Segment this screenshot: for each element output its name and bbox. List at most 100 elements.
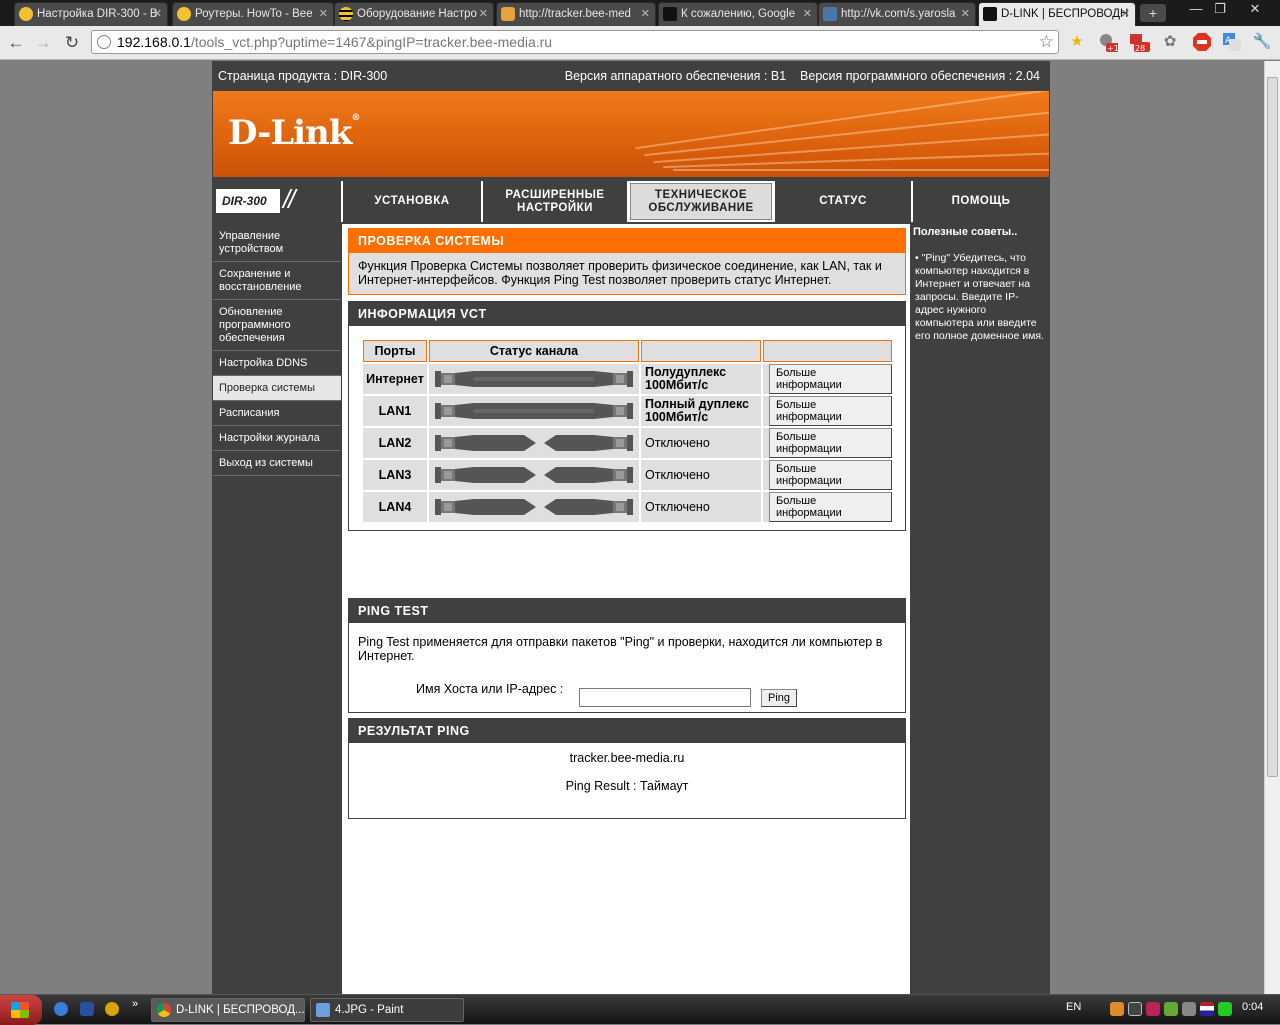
system-check-section: ПРОВЕРКА СИСТЕМЫ Функция Проверка Систем… (348, 228, 906, 295)
paint-icon (316, 1003, 330, 1017)
close-tab-icon[interactable]: ✕ (153, 3, 162, 25)
tray-status-icon[interactable] (1218, 1002, 1232, 1016)
cable-connected-icon (429, 396, 639, 426)
windows-taskbar: » D-LINK | БЕСПРОВОД... 4.JPG - Paint EN… (0, 994, 1280, 1025)
tray-app-icon[interactable] (1110, 1002, 1124, 1016)
browser-tab[interactable]: Оборудование Настро ✕ (334, 2, 494, 26)
taskbar-item-paint[interactable]: 4.JPG - Paint (310, 998, 464, 1022)
sidebar-item-firmware[interactable]: Обновление программного обеспечения (213, 300, 341, 351)
new-tab-button[interactable]: + (1140, 4, 1166, 22)
taskbar-clock[interactable]: 0:04 (1242, 1001, 1263, 1013)
bookmarks-star-icon[interactable]: ★ (1067, 32, 1087, 52)
dlink-banner: D-Link® (213, 91, 1049, 177)
vct-row: LAN1 Полный дуплекс 100Мбит/с Больше инфор… (363, 396, 892, 426)
extension-counter-icon[interactable]: 28 (1128, 32, 1150, 53)
sidebar-item-device-admin[interactable]: Управление устройством (213, 224, 341, 262)
extension-film-icon[interactable]: ✿ (1160, 32, 1180, 52)
close-tab-icon[interactable]: ✕ (961, 3, 970, 25)
vct-info-section: ИНФОРМАЦИЯ VCT Порты Статус канала Интер… (348, 301, 906, 531)
ie-quicklaunch-icon[interactable] (54, 1002, 68, 1016)
more-info-cell: Больше информации (763, 396, 892, 426)
windows-logo-icon (11, 1002, 29, 1018)
app-quicklaunch-icon[interactable] (105, 1002, 119, 1016)
extension-translate-icon[interactable]: A (1222, 32, 1242, 52)
tray-network-icon[interactable] (1128, 1002, 1142, 1016)
vertical-scrollbar[interactable] (1264, 61, 1280, 994)
extension-google-plus-icon[interactable]: +1 (1098, 32, 1120, 53)
tray-flag-icon[interactable] (1200, 1002, 1214, 1016)
svg-text:28: 28 (1135, 44, 1145, 52)
more-info-button[interactable]: Больше информации (769, 492, 892, 522)
sidebar-item-system-check[interactable]: Проверка системы (213, 376, 341, 401)
taskbar-item-chrome[interactable]: D-LINK | БЕСПРОВОД... (151, 998, 305, 1022)
tab-title: D-LINK | БЕСПРОВОДН (1001, 8, 1129, 20)
close-tab-icon[interactable]: ✕ (319, 3, 328, 25)
browser-tab[interactable]: К сожалению, Google ✕ (658, 2, 818, 26)
sidebar-item-schedules[interactable]: Расписания (213, 401, 341, 426)
section-title: ПРОВЕРКА СИСТЕМЫ (349, 229, 905, 253)
helpful-hints-panel: Полезные советы.. • "Ping" Убедитесь, чт… (911, 224, 1049, 994)
close-tab-icon[interactable]: ✕ (1121, 3, 1130, 25)
sidebar-item-log-settings[interactable]: Настройки журнала (213, 426, 341, 451)
browser-tab-active[interactable]: D-LINK | БЕСПРОВОДН ✕ (978, 2, 1136, 26)
more-info-button[interactable]: Больше информации (769, 460, 892, 490)
more-info-button[interactable]: Больше информации (769, 364, 892, 394)
address-bar[interactable]: 192.168.0.1/tools_vct.php?uptime=1467&pi… (91, 30, 1059, 54)
web-page-viewport: Страница продукта : DIR-300 Версия аппар… (0, 61, 1264, 994)
sidebar-item-save-restore[interactable]: Сохранение и восстановление (213, 262, 341, 300)
tab-title: http://vk.com/s.yarosla (841, 8, 956, 20)
host-input[interactable] (579, 688, 751, 707)
scrollbar-thumb[interactable] (1267, 77, 1278, 777)
extension-adblock-icon[interactable] (1192, 32, 1212, 52)
more-info-button[interactable]: Больше информации (769, 428, 892, 458)
close-tab-icon[interactable]: ✕ (641, 3, 650, 25)
link-status: Отключено (641, 460, 761, 490)
link-status: Полудуплекс 100Мбит/с (641, 364, 761, 394)
start-button[interactable] (0, 995, 42, 1025)
tray-app-icon[interactable] (1182, 1002, 1196, 1016)
section-title: ИНФОРМАЦИЯ VCT (349, 302, 905, 326)
tab-maintenance[interactable]: ТЕХНИЧЕСКОЕ ОБСЛУЖИВАНИЕ (627, 181, 773, 222)
reload-button[interactable]: ↻ (61, 32, 83, 54)
cable-disconnected-icon (429, 460, 639, 490)
column-header-blank (641, 340, 761, 362)
slash-decoration: // (283, 184, 296, 214)
vk-favicon-icon (823, 7, 837, 21)
hints-title: Полезные советы.. (913, 226, 1018, 238)
ping-result-value: Ping Result : Таймаут (565, 779, 689, 793)
browser-tab[interactable]: http://tracker.bee-med ✕ (496, 2, 656, 26)
cable-disconnected-icon (429, 492, 639, 522)
save-quicklaunch-icon[interactable] (80, 1002, 94, 1016)
close-tab-icon[interactable]: ✕ (479, 3, 488, 25)
close-window-button[interactable]: ✕ (1240, 0, 1270, 18)
url-text: 192.168.0.1/tools_vct.php?uptime=1467&pi… (117, 34, 553, 50)
wrench-menu-icon[interactable]: 🔧 (1252, 32, 1272, 52)
page-info-icon[interactable] (97, 35, 111, 49)
back-button[interactable]: ← (5, 32, 27, 54)
close-tab-icon[interactable]: ✕ (803, 3, 812, 25)
tab-setup[interactable]: УСТАНОВКА (341, 181, 481, 222)
tray-nvidia-icon[interactable] (1164, 1002, 1178, 1016)
browser-tab[interactable]: Настройка DIR-300 - B ✕ (14, 2, 168, 26)
sidebar-item-logout[interactable]: Выход из системы (213, 451, 341, 476)
quicklaunch-chevron-icon[interactable]: » (132, 998, 138, 1010)
browser-tab-strip: Настройка DIR-300 - B ✕ Роутеры. HowTo -… (0, 0, 1280, 26)
port-name: LAN3 (363, 460, 427, 490)
tab-advanced[interactable]: РАСШИРЕННЫЕ НАСТРОЙКИ (481, 181, 627, 222)
column-header-link-status: Статус канала (429, 340, 639, 362)
bookmark-star-icon[interactable]: ☆ (1039, 32, 1054, 52)
ping-result-host: tracker.bee-media.ru (569, 751, 685, 765)
browser-tab[interactable]: Роутеры. HowTo - Bee ✕ (172, 2, 334, 26)
tray-app-icon[interactable] (1146, 1002, 1160, 1016)
sidebar-item-ddns[interactable]: Настройка DDNS (213, 351, 341, 376)
restore-window-button[interactable]: ❐ (1206, 0, 1234, 18)
ping-button[interactable]: Ping (761, 689, 798, 707)
language-indicator[interactable]: EN (1066, 1001, 1081, 1013)
tab-status[interactable]: СТАТУС (773, 181, 911, 222)
browser-tab[interactable]: http://vk.com/s.yarosla ✕ (818, 2, 976, 26)
column-header-blank (763, 340, 892, 362)
forward-button[interactable]: → (32, 32, 54, 54)
tab-help[interactable]: ПОМОЩЬ (911, 181, 1049, 222)
link-status: Полный дуплекс 100Мбит/с (641, 396, 761, 426)
more-info-button[interactable]: Больше информации (769, 396, 892, 426)
